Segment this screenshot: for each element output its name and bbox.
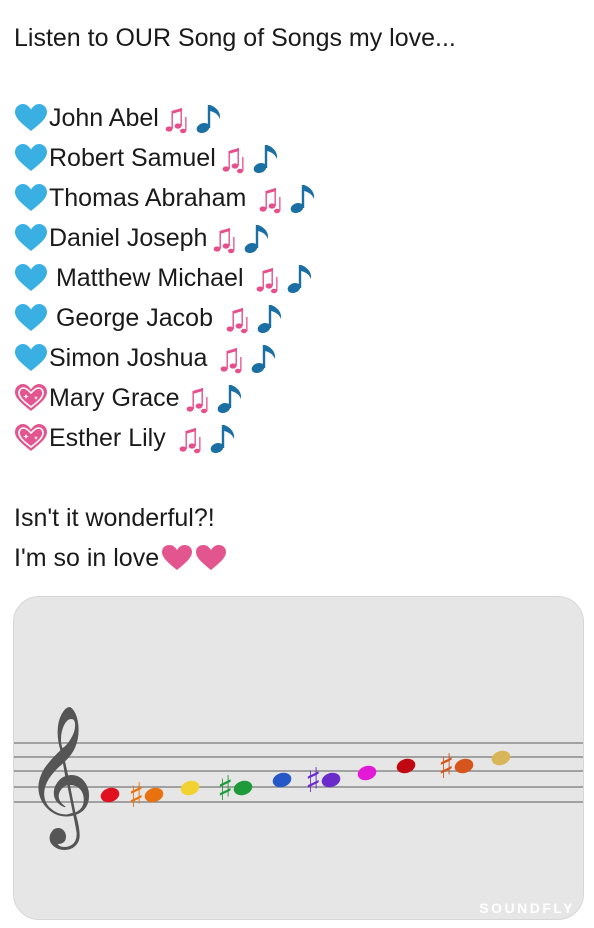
name-text: John Abel	[49, 104, 159, 132]
name-text: Daniel Joseph	[49, 224, 208, 252]
name-line: Matthew Michael	[14, 258, 584, 298]
name-line: John Abel	[14, 98, 584, 138]
name-text: Thomas Abraham	[49, 184, 254, 212]
blue-heart-icon	[14, 143, 48, 173]
music-notes-icon	[224, 301, 294, 335]
name-line: Mary Grace	[14, 378, 584, 418]
music-notes-icon	[177, 421, 247, 455]
outro-line-2: I'm so in love	[14, 538, 584, 578]
blue-heart-icon	[14, 303, 48, 333]
blue-heart-icon	[14, 343, 48, 373]
blue-heart-icon	[14, 223, 48, 253]
music-notes-icon	[218, 341, 288, 375]
name-line: Simon Joshua	[14, 338, 584, 378]
name-line: Daniel Joseph	[14, 218, 584, 258]
name-text: Simon Joshua	[49, 344, 215, 372]
scale-note	[396, 758, 416, 774]
music-notes-icon	[254, 261, 324, 295]
scale-note	[233, 780, 253, 796]
red-heart-icon	[161, 544, 193, 572]
sparkling-heart-icon	[14, 423, 48, 453]
brand-watermark: SOUNDFLY	[479, 900, 575, 916]
music-notes-icon	[257, 181, 327, 215]
name-line: George Jacob	[14, 298, 584, 338]
name-line: Thomas Abraham	[14, 178, 584, 218]
outro-text-1: Isn't it wonderful?!	[14, 504, 215, 532]
name-text: Esther Lily	[49, 424, 173, 452]
name-text: Matthew Michael	[49, 264, 251, 292]
names-list: John Abel Robert Samuel Thomas Abraham Dan…	[14, 98, 584, 458]
music-staff-image: 𝄞 ♯ ♯ ♯ ♯	[14, 705, 583, 850]
intro-line: Listen to OUR Song of Songs my love...	[14, 18, 584, 58]
music-notes-icon	[184, 381, 254, 415]
blue-heart-icon	[14, 183, 48, 213]
music-notes-icon	[163, 101, 233, 135]
outro-line-1: Isn't it wonderful?!	[14, 498, 584, 538]
name-line: Esther Lily	[14, 418, 584, 458]
name-text: Mary Grace	[49, 384, 180, 412]
link-preview-card[interactable]: 𝄞 ♯ ♯ ♯ ♯ SOUNDFLY	[13, 596, 584, 920]
sharp-sign-icon: ♯	[438, 747, 454, 787]
music-notes-icon	[220, 141, 290, 175]
scale-note	[491, 750, 511, 766]
name-text: Robert Samuel	[49, 144, 216, 172]
red-heart-icon	[195, 544, 227, 572]
sharp-sign-icon: ♯	[305, 761, 321, 801]
outro-text-2: I'm so in love	[14, 544, 160, 572]
scale-note	[357, 765, 377, 781]
scale-note	[180, 780, 200, 796]
sparkling-heart-icon	[14, 383, 48, 413]
name-text: George Jacob	[49, 304, 220, 332]
sharp-sign-icon: ♯	[217, 769, 233, 809]
blue-heart-icon	[14, 103, 48, 133]
scale-note	[454, 758, 474, 774]
music-notes-icon	[211, 221, 281, 255]
post-text: Listen to OUR Song of Songs my love... J…	[14, 18, 584, 578]
intro-text: Listen to OUR Song of Songs my love...	[14, 24, 456, 52]
blue-heart-icon	[14, 263, 48, 293]
sharp-sign-icon: ♯	[128, 776, 144, 816]
name-line: Robert Samuel	[14, 138, 584, 178]
treble-clef-icon: 𝄞	[24, 705, 95, 850]
